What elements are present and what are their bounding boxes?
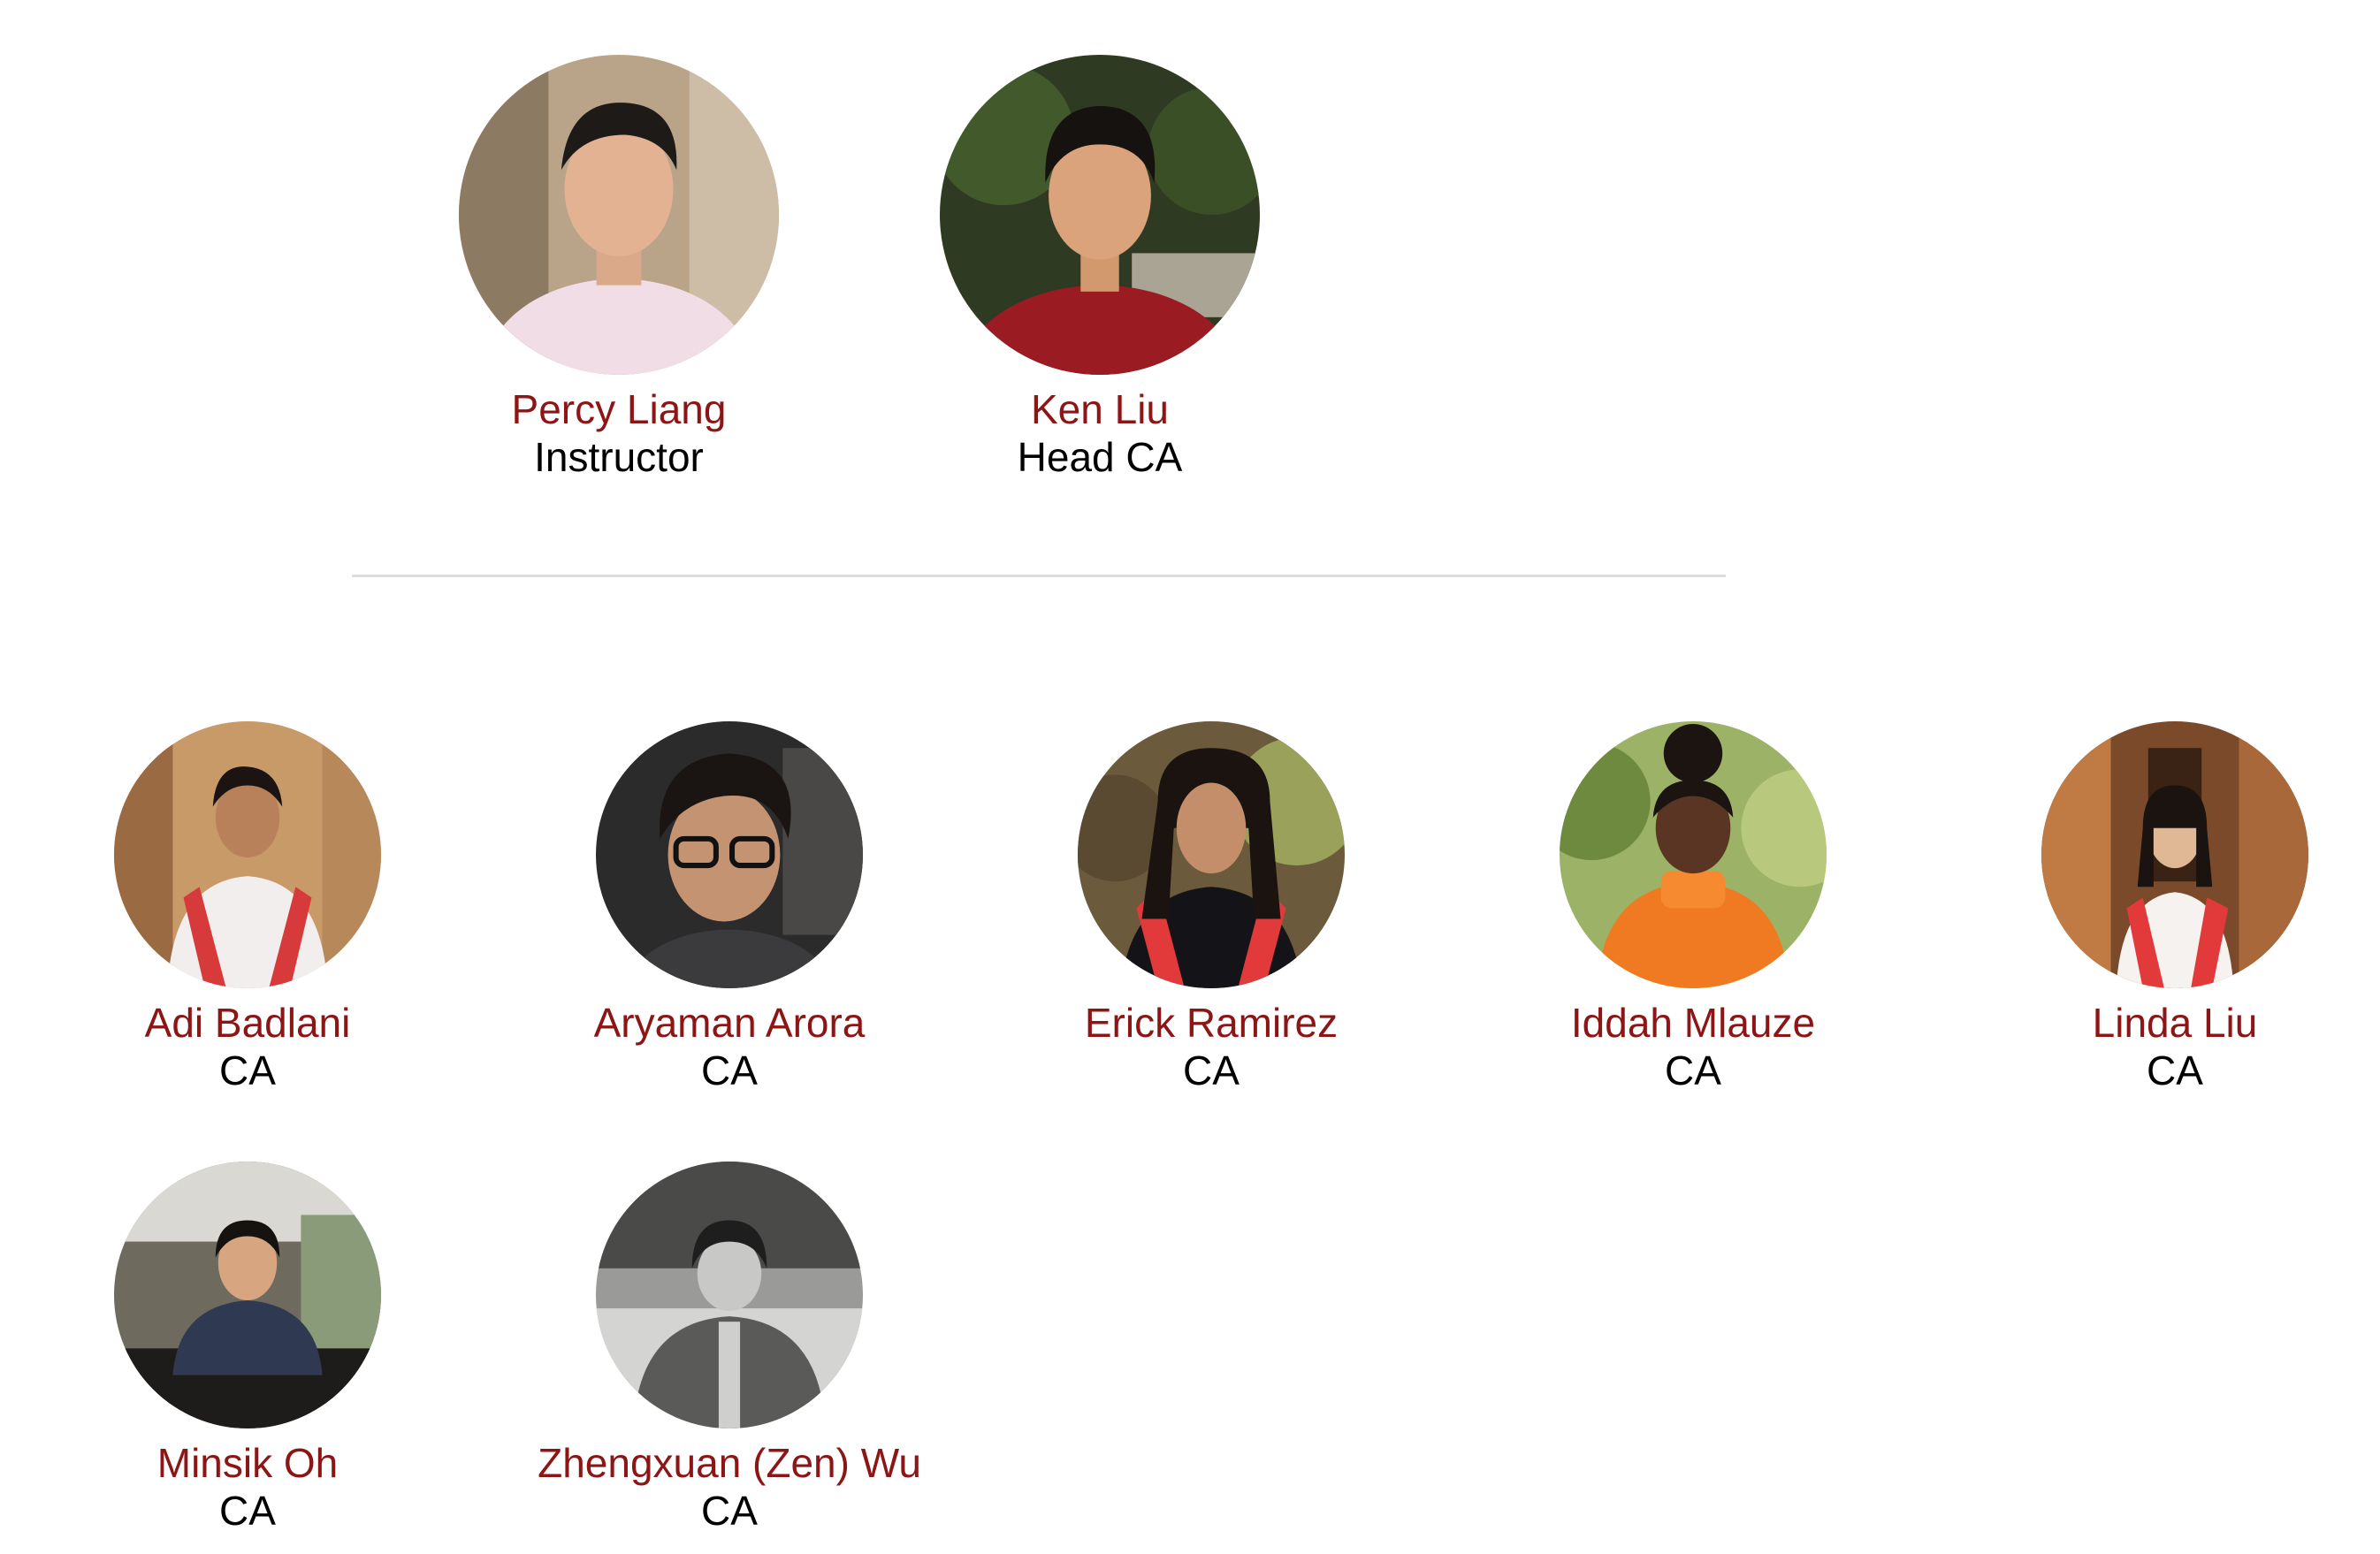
person-name[interactable]: Aryaman Arora — [455, 999, 1003, 1047]
avatar — [114, 1162, 381, 1428]
section-divider — [352, 575, 1726, 577]
person-role: Head CA — [1017, 434, 1183, 480]
person-role: CA — [2147, 1047, 2203, 1093]
person-role: CA — [701, 1488, 758, 1534]
person-name[interactable]: Erick Ramirez — [937, 999, 1485, 1047]
staff-card-erick-ramirez: Erick Ramirez CA — [937, 721, 1485, 1094]
person-name[interactable]: Minsik Oh — [0, 1439, 522, 1487]
staff-card-ken-liu: Ken Liu Head CA — [826, 55, 1374, 481]
staff-card-minsik-oh: Minsik Oh CA — [0, 1162, 522, 1535]
staff-card-adi-badlani: Adi Badlani CA — [0, 721, 522, 1094]
person-name[interactable]: Iddah Mlauze — [1419, 999, 1967, 1047]
avatar — [596, 1162, 863, 1428]
staff-card-iddah-mlauze: Iddah Mlauze CA — [1419, 721, 1967, 1094]
avatar — [1078, 721, 1345, 988]
person-name[interactable]: Linda Liu — [1901, 999, 2380, 1047]
avatar — [2041, 721, 2308, 988]
avatar — [459, 55, 779, 375]
person-role: Instructor — [534, 434, 704, 480]
person-role: CA — [219, 1047, 276, 1093]
person-role: CA — [1665, 1047, 1721, 1093]
person-name[interactable]: Adi Badlani — [0, 999, 522, 1047]
person-name[interactable]: Zhengxuan (Zen) Wu — [455, 1439, 1003, 1487]
person-role: CA — [1183, 1047, 1240, 1093]
staff-card-linda-liu: Linda Liu CA — [1901, 721, 2380, 1094]
avatar — [596, 721, 863, 988]
person-name[interactable]: Ken Liu — [826, 385, 1374, 433]
person-name[interactable]: Percy Liang — [345, 385, 893, 433]
avatar — [1560, 721, 1827, 988]
staff-card-zhengxuan-wu: Zhengxuan (Zen) Wu CA — [455, 1162, 1003, 1535]
staff-card-percy-liang: Percy Liang Instructor — [345, 55, 893, 481]
person-role: CA — [701, 1047, 758, 1093]
avatar — [114, 721, 381, 988]
avatar — [940, 55, 1260, 375]
staff-card-aryaman-arora: Aryaman Arora CA — [455, 721, 1003, 1094]
person-role: CA — [219, 1488, 276, 1534]
